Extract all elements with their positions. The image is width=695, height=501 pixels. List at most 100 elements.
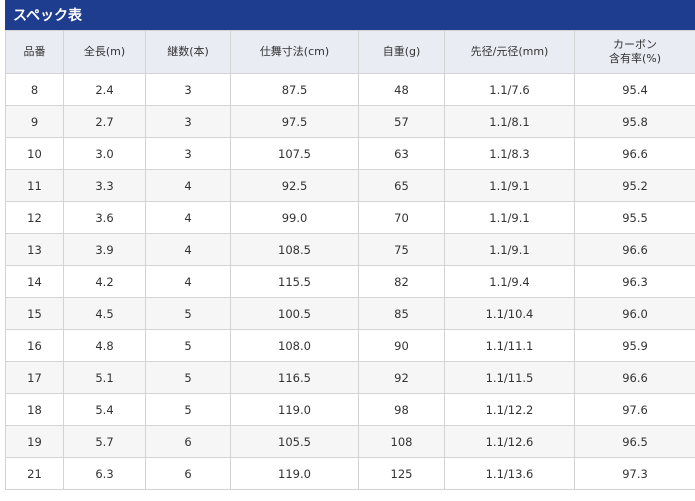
table-cell: 10 — [5, 137, 64, 170]
table-cell: 75 — [358, 233, 445, 266]
table-cell: 2.4 — [63, 73, 146, 106]
table-cell: 82 — [358, 265, 445, 298]
column-header-label: 自重(g) — [382, 45, 421, 58]
table-row: 12 3.6 4 99.0 70 1.1/9.1 95.5 — [5, 201, 695, 234]
table-cell: 5 — [145, 329, 231, 362]
table-cell: 95.4 — [574, 73, 695, 106]
table-cell: 105.5 — [230, 425, 359, 458]
spec-table: 品番 全長(m) 継数(本) 仕舞寸法(cm) 自重(g) 先径/元径(mm) カーボン 含有… — [5, 30, 695, 490]
column-header-label: 全長(m) — [83, 45, 126, 58]
table-cell: 5.7 — [63, 425, 146, 458]
column-header: 仕舞寸法(cm) — [230, 30, 359, 74]
table-cell: 107.5 — [230, 137, 359, 170]
spec-table-section: スペック表 品番 全長(m) 継数(本) 仕舞寸法(cm) 自重(g) 先径/元径(mm)… — [0, 0, 695, 490]
table-cell: 5 — [145, 361, 231, 394]
table-cell: 1.1/12.2 — [444, 393, 575, 426]
table-cell: 63 — [358, 137, 445, 170]
table-cell: 97.6 — [574, 393, 695, 426]
table-cell: 96.0 — [574, 297, 695, 330]
table-cell: 95.5 — [574, 201, 695, 234]
table-cell: 65 — [358, 169, 445, 202]
column-header-label: 継数(本) — [167, 45, 209, 58]
table-cell: 4 — [145, 201, 231, 234]
table-cell: 1.1/8.1 — [444, 105, 575, 138]
table-cell: 4.5 — [63, 297, 146, 330]
table-cell: 116.5 — [230, 361, 359, 394]
table-cell: 14 — [5, 265, 64, 298]
table-row: 9 2.7 3 97.5 57 1.1/8.1 95.8 — [5, 105, 695, 138]
table-cell: 125 — [358, 457, 445, 490]
column-header-label: 仕舞寸法(cm) — [259, 45, 330, 58]
table-cell: 3.9 — [63, 233, 146, 266]
table-cell: 4 — [145, 233, 231, 266]
column-header-label: 先径/元径(mm) — [470, 45, 549, 58]
table-cell: 108.0 — [230, 329, 359, 362]
table-cell: 1.1/9.1 — [444, 201, 575, 234]
table-header: 品番 全長(m) 継数(本) 仕舞寸法(cm) 自重(g) 先径/元径(mm) カーボン 含有… — [5, 30, 695, 74]
table-cell: 87.5 — [230, 73, 359, 106]
table-cell: 17 — [5, 361, 64, 394]
table-body: 8 2.4 3 87.5 48 1.1/7.6 95.4 9 2.7 3 97.5 57 1.1/8.1… — [5, 73, 695, 490]
table-cell: 48 — [358, 73, 445, 106]
table-cell: 9 — [5, 105, 64, 138]
table-cell: 108.5 — [230, 233, 359, 266]
table-row: 19 5.7 6 105.5 108 1.1/12.6 96.5 — [5, 425, 695, 458]
table-cell: 16 — [5, 329, 64, 362]
table-cell: 21 — [5, 457, 64, 490]
table-cell: 1.1/11.1 — [444, 329, 575, 362]
table-cell: 3 — [145, 137, 231, 170]
table-cell: 1.1/10.4 — [444, 297, 575, 330]
table-cell: 97.3 — [574, 457, 695, 490]
table-cell: 99.0 — [230, 201, 359, 234]
table-cell: 119.0 — [230, 457, 359, 490]
table-cell: 90 — [358, 329, 445, 362]
table-cell: 96.6 — [574, 137, 695, 170]
table-cell: 1.1/9.4 — [444, 265, 575, 298]
table-cell: 8 — [5, 73, 64, 106]
table-cell: 4.2 — [63, 265, 146, 298]
column-header-label: カーボン — [613, 38, 657, 51]
column-header: 全長(m) — [63, 30, 146, 74]
column-header-label: 含有率(%) — [608, 52, 662, 65]
table-cell: 5 — [145, 297, 231, 330]
table-cell: 96.5 — [574, 425, 695, 458]
table-cell: 3.6 — [63, 201, 146, 234]
table-row: 17 5.1 5 116.5 92 1.1/11.5 96.6 — [5, 361, 695, 394]
table-cell: 5.1 — [63, 361, 146, 394]
table-cell: 97.5 — [230, 105, 359, 138]
table-cell: 5 — [145, 393, 231, 426]
table-cell: 6 — [145, 457, 231, 490]
table-cell: 96.6 — [574, 361, 695, 394]
table-row: 13 3.9 4 108.5 75 1.1/9.1 96.6 — [5, 233, 695, 266]
column-header: 先径/元径(mm) — [444, 30, 575, 74]
table-cell: 3 — [145, 73, 231, 106]
table-cell: 11 — [5, 169, 64, 202]
table-cell: 4.8 — [63, 329, 146, 362]
table-cell: 1.1/9.1 — [444, 233, 575, 266]
table-cell: 98 — [358, 393, 445, 426]
column-header: 品番 — [5, 30, 64, 74]
column-header: 自重(g) — [358, 30, 445, 74]
table-cell: 1.1/13.6 — [444, 457, 575, 490]
table-cell: 19 — [5, 425, 64, 458]
column-header: 継数(本) — [145, 30, 231, 74]
table-cell: 15 — [5, 297, 64, 330]
table-cell: 1.1/7.6 — [444, 73, 575, 106]
table-row: 18 5.4 5 119.0 98 1.1/12.2 97.6 — [5, 393, 695, 426]
table-cell: 100.5 — [230, 297, 359, 330]
table-row: 14 4.2 4 115.5 82 1.1/9.4 96.3 — [5, 265, 695, 298]
table-cell: 5.4 — [63, 393, 146, 426]
table-cell: 4 — [145, 169, 231, 202]
table-cell: 4 — [145, 265, 231, 298]
section-title: スペック表 — [5, 0, 695, 30]
table-cell: 18 — [5, 393, 64, 426]
table-row: 15 4.5 5 100.5 85 1.1/10.4 96.0 — [5, 297, 695, 330]
table-cell: 3 — [145, 105, 231, 138]
table-cell: 1.1/11.5 — [444, 361, 575, 394]
table-cell: 70 — [358, 201, 445, 234]
table-cell: 92.5 — [230, 169, 359, 202]
table-row: 11 3.3 4 92.5 65 1.1/9.1 95.2 — [5, 169, 695, 202]
table-cell: 13 — [5, 233, 64, 266]
table-cell: 96.6 — [574, 233, 695, 266]
table-cell: 1.1/8.3 — [444, 137, 575, 170]
